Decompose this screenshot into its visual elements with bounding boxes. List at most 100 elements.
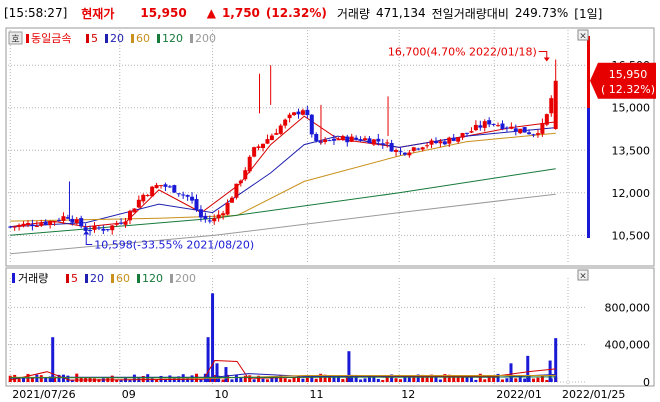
date-tick-label: 2022/01: [496, 388, 542, 401]
volume-bar: [44, 377, 48, 382]
legend-ma-label: 5: [71, 272, 78, 285]
date-axis-labels: 2021/07/26 09 10 11 12 2022/01 2022/01/25: [12, 388, 625, 401]
candle-body: [221, 213, 226, 216]
legend-swatch: [131, 34, 134, 43]
volume-bar: [438, 379, 442, 382]
candle-body: [172, 185, 177, 193]
legend-ma-label: 20: [110, 32, 124, 45]
quote-time: [15:58:27]: [4, 6, 68, 20]
volume-bar: [376, 378, 380, 382]
price-change: 1,750: [221, 6, 260, 20]
candle-body: [243, 170, 248, 180]
legend-ma-label: 60: [136, 32, 150, 45]
candle-body: [469, 131, 474, 133]
legend-toggle-icon: 호: [11, 34, 19, 45]
candle-body: [127, 210, 132, 221]
volume-tick-label: 0: [643, 376, 650, 389]
candle-body: [487, 120, 492, 125]
price-tick-label: 12,000: [612, 187, 651, 200]
candle-body: [12, 226, 17, 228]
candle-body: [376, 138, 381, 142]
candle-body: [296, 111, 301, 115]
legend-swatch: [105, 34, 108, 43]
date-tick-label: 10: [215, 388, 229, 401]
candle-body: [518, 128, 523, 134]
volume-bar: [39, 375, 43, 382]
candle-body: [496, 125, 501, 127]
candle-body: [522, 127, 527, 133]
price-tick-label: 10,500: [612, 229, 651, 242]
candle-body: [216, 214, 221, 219]
legend-swatch: [12, 273, 15, 283]
candle-body: [509, 126, 514, 129]
price-tick-label: 15,000: [612, 102, 651, 115]
candle-body: [278, 125, 283, 134]
candle-body: [52, 221, 57, 223]
candle-body: [447, 137, 452, 144]
candle-body: [190, 196, 195, 201]
volume-bar: [206, 337, 210, 382]
close-icon: ×: [579, 32, 587, 42]
volume-bar: [230, 379, 234, 382]
date-tick-label: 12: [401, 388, 415, 401]
legend-swatch: [86, 34, 89, 43]
legend-ma-label: 60: [116, 272, 130, 285]
candle-body: [504, 127, 509, 129]
volume-bar: [155, 379, 159, 382]
period-selector[interactable]: [1일]: [574, 5, 602, 22]
candle-body: [132, 208, 137, 213]
candle-body: [212, 218, 217, 222]
candle-body: [411, 147, 416, 151]
legend-volume-name: 거래량: [18, 272, 48, 285]
candle-body: [261, 143, 266, 149]
volume-bar: [483, 379, 487, 382]
candle-body: [61, 216, 66, 221]
volume-bar: [8, 375, 12, 382]
prev-volume-label: 전일거래량대비: [431, 6, 509, 21]
candle-body: [389, 143, 394, 152]
candle-body: [531, 134, 536, 136]
candle-body: [500, 123, 505, 130]
candle-body: [544, 114, 549, 125]
legend-ma-label: 120: [142, 272, 163, 285]
candle-body: [513, 128, 518, 132]
volume-bar: [265, 379, 269, 382]
candle-body: [57, 220, 62, 222]
candle-body: [407, 152, 412, 156]
volume-bar: [500, 379, 504, 382]
legend-stock-name: 동일금속: [31, 31, 71, 45]
candle-body: [79, 218, 84, 227]
volume-value: 471,134: [375, 6, 426, 20]
candle-body: [176, 193, 181, 195]
volume-bar: [314, 378, 318, 382]
legend-ma-label: 5: [91, 32, 98, 45]
candle-body: [150, 186, 155, 197]
candle-body: [119, 222, 124, 224]
legend-swatch: [137, 274, 140, 283]
volume-label: 거래량: [336, 6, 370, 21]
volume-bar: [168, 375, 172, 382]
volume-bar: [22, 378, 26, 382]
volume-bar: [301, 378, 305, 382]
candle-body: [145, 195, 150, 197]
candle-body: [491, 124, 496, 126]
chart-canvas: 호 동일금속 5 20 60 120 200 거래량 5 20 60 120 200 × × 1…: [5, 27, 656, 401]
current-price-tag-pct: ( 12.32%): [601, 83, 655, 96]
candle-body: [473, 124, 478, 131]
volume-bar: [548, 360, 552, 382]
legend-swatch: [85, 274, 88, 283]
candle-body: [159, 185, 164, 187]
candle-body: [553, 80, 558, 129]
volume-bar: [243, 375, 247, 382]
candle-body: [549, 98, 554, 114]
volume-bar: [545, 379, 549, 382]
volume-bar: [398, 379, 402, 382]
legend-ma-label: 200: [175, 272, 196, 285]
price-range-bar-down: [587, 108, 590, 238]
candle-body: [34, 225, 39, 227]
candle-body: [136, 199, 141, 208]
date-tick-label: 11: [310, 388, 324, 401]
legend-swatch: [111, 274, 114, 283]
date-tick-label: 2022/01/25: [562, 388, 625, 401]
up-arrow-icon: ▲: [206, 6, 216, 20]
